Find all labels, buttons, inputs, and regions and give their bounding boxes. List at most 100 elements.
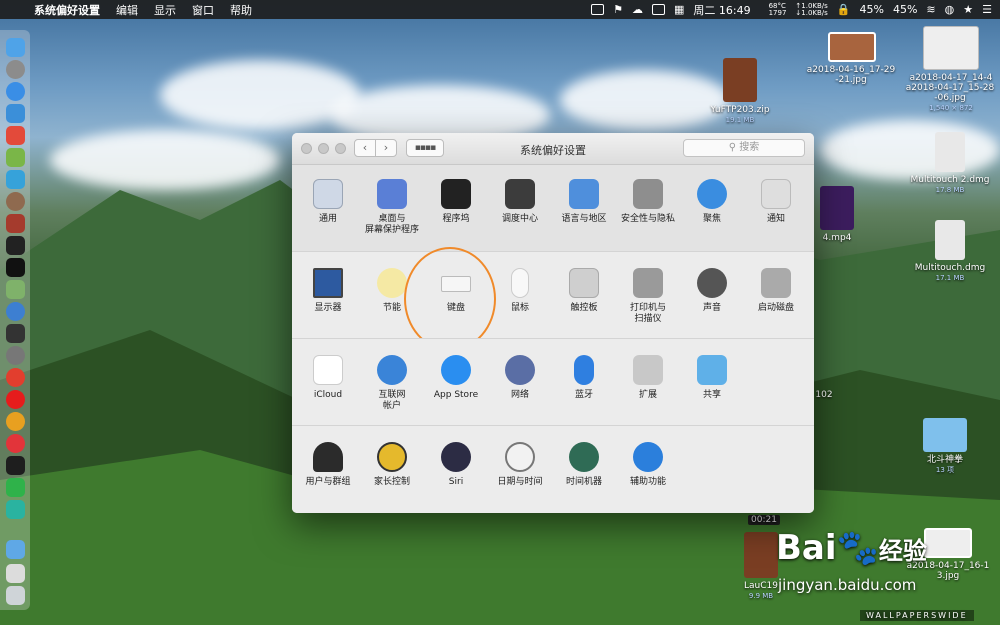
app-icon[interactable] <box>6 192 25 211</box>
watermark-url: jingyan.baidu.com <box>778 576 917 594</box>
battery-percent[interactable]: 45% <box>893 3 917 16</box>
puzzle-icon <box>633 355 663 385</box>
trackpad-icon <box>569 268 599 298</box>
desktop-file-name: a2018-04-17_15-28-06.jpg <box>905 83 995 103</box>
wechat-icon[interactable] <box>6 478 25 497</box>
app-icon[interactable] <box>6 302 25 321</box>
app-icon[interactable] <box>6 280 25 299</box>
trash-icon[interactable] <box>6 586 25 605</box>
desktop-file[interactable]: Multitouch.dmg 17.1 MB <box>900 220 1000 283</box>
temperature-readout[interactable]: 68°C 1797 <box>769 2 787 17</box>
desktop-file-name: Multitouch 2.dmg <box>910 175 990 185</box>
system-preferences-icon[interactable] <box>6 346 25 365</box>
pin-icon[interactable]: ⚑ <box>613 3 623 16</box>
desktop-file[interactable]: a2018-04-16_17-29-21.jpg <box>806 32 898 85</box>
star-icon[interactable]: ★ <box>963 3 973 16</box>
folder-icon[interactable] <box>6 540 25 559</box>
pref-security-privacy[interactable]: 安全性与隐私 <box>616 179 680 225</box>
pref-date-time[interactable]: 日期与时间 <box>488 442 552 488</box>
app-icon[interactable] <box>6 456 25 475</box>
search-input[interactable]: ⚲ 搜索 <box>683 139 805 157</box>
desktop-file-name: 北斗神拳 <box>926 455 963 465</box>
pref-app-store[interactable]: App Store <box>424 355 488 401</box>
pref-trackpad[interactable]: 触控板 <box>552 268 616 314</box>
menu-app-name[interactable]: 系统偏好设置 <box>34 2 100 18</box>
pref-internet-accounts[interactable]: 互联网 帐户 <box>360 355 424 412</box>
pref-printers-scanners[interactable]: 打印机与 扫描仪 <box>616 268 680 325</box>
pref-spotlight[interactable]: 聚焦 <box>680 179 744 225</box>
activity-monitor-icon[interactable] <box>6 236 25 255</box>
vivaldi-icon[interactable] <box>6 434 25 453</box>
pref-users-groups[interactable]: 用户与群组 <box>296 442 360 488</box>
wechat-icon[interactable]: ☁ <box>632 3 643 16</box>
pref-dock[interactable]: 程序坞 <box>424 179 488 225</box>
app-icon[interactable] <box>6 368 25 387</box>
wifi-icon[interactable]: ≋ <box>926 3 935 16</box>
yandex-icon[interactable] <box>6 390 25 409</box>
pref-time-machine[interactable]: 时间机器 <box>552 442 616 488</box>
zip-archive-icon <box>723 58 757 102</box>
app-icon[interactable] <box>6 214 25 233</box>
app-icon[interactable] <box>6 170 25 189</box>
desktop-folder[interactable]: 北斗神拳 13 项 <box>910 418 980 475</box>
highlight-circle <box>404 247 496 351</box>
menu-view[interactable]: 显示 <box>154 2 176 18</box>
wallpaper-credit: WALLPAPERSWIDE <box>860 610 974 621</box>
pref-extensions[interactable]: 扩展 <box>616 355 680 401</box>
display-icon[interactable] <box>651 4 665 15</box>
datetime[interactable]: 周二 16:49 <box>693 2 750 18</box>
pref-startup-disk[interactable]: 启动磁盘 <box>744 268 808 314</box>
contacts-icon[interactable] <box>6 104 25 123</box>
siri-status-icon[interactable]: ◍ <box>945 3 955 16</box>
pref-bluetooth[interactable]: 蓝牙 <box>552 355 616 401</box>
list-icon[interactable]: ☰ <box>982 3 992 16</box>
app-icon[interactable] <box>6 564 25 583</box>
desktop-file-name: a2018-04-17_14-4 <box>909 73 993 83</box>
pref-notifications[interactable]: 通知 <box>744 179 808 225</box>
image-thumbnail-icon <box>828 32 876 62</box>
android-icon[interactable] <box>6 148 25 167</box>
desktop-file[interactable]: a2018-04-17_14-4 a2018-04-17_15-28-06.jp… <box>905 26 997 113</box>
time-machine-icon <box>569 442 599 472</box>
menu-help[interactable]: 帮助 <box>230 2 252 18</box>
pref-mission-control[interactable]: 调度中心 <box>488 179 552 225</box>
safari-icon[interactable] <box>6 82 25 101</box>
cloud <box>160 60 360 130</box>
pref-sharing[interactable]: 共享 <box>680 355 744 401</box>
language-region-icon <box>569 179 599 209</box>
desktop-file-size: 1,540 × 872 <box>929 104 973 112</box>
pref-icloud[interactable]: iCloud <box>296 355 360 401</box>
pref-sound[interactable]: 声音 <box>680 268 744 314</box>
pref-displays[interactable]: 显示器 <box>296 268 360 314</box>
printer-icon <box>633 268 663 298</box>
desktop-file-size: 17.1 MB <box>935 274 965 282</box>
pref-accessibility[interactable]: 辅助功能 <box>616 442 680 488</box>
notifications-icon <box>761 179 791 209</box>
cpu-usage[interactable]: 45% <box>860 3 884 16</box>
network-speed[interactable]: ↑1.0KB/s ↓1.0KB/s <box>795 2 827 17</box>
pref-general[interactable]: 通用 <box>296 179 360 225</box>
pref-mouse[interactable]: 鼠标 <box>488 268 552 314</box>
desktop-text-fragment: 102 <box>815 390 833 400</box>
chrome-icon[interactable] <box>6 412 25 431</box>
pref-siri[interactable]: Siri <box>424 442 488 488</box>
system-preferences-window: ‹ › ▪▪▪▪ 系统偏好设置 ⚲ 搜索 通用 桌面与 屏幕保护程序 程序坞 调… <box>292 133 814 513</box>
grid-icon[interactable]: ▦ <box>674 3 684 16</box>
pref-network[interactable]: 网络 <box>488 355 552 401</box>
app-icon[interactable] <box>6 500 25 519</box>
status-icon[interactable] <box>591 4 605 15</box>
startup-disk-icon <box>761 268 791 298</box>
terminal-icon[interactable] <box>6 258 25 277</box>
pref-desktop-screensaver[interactable]: 桌面与 屏幕保护程序 <box>360 179 424 236</box>
app-icon[interactable] <box>6 324 25 343</box>
app-icon[interactable] <box>6 126 25 145</box>
menu-window[interactable]: 窗口 <box>192 2 214 18</box>
pref-language-region[interactable]: 语言与地区 <box>552 179 616 225</box>
desktop-file[interactable]: Multitouch 2.dmg 17.8 MB <box>900 132 1000 195</box>
finder-icon[interactable] <box>6 38 25 57</box>
menu-edit[interactable]: 编辑 <box>116 2 138 18</box>
lock-icon[interactable]: 🔒 <box>837 3 851 16</box>
desktop-file[interactable]: YuFTP203.zip 19.1 MB <box>700 58 780 125</box>
launchpad-icon[interactable] <box>6 60 25 79</box>
pref-parental-controls[interactable]: 家长控制 <box>360 442 424 488</box>
